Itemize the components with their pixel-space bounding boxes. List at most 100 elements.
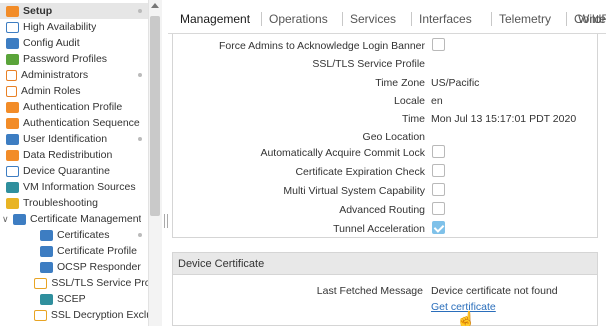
tab-management[interactable]: Management	[180, 12, 250, 26]
sidebar-item-label: Authentication Profile	[23, 101, 123, 113]
setting-label: Force Admins to Acknowledge Login Banner	[218, 40, 425, 52]
cert-expiration-checkbox[interactable]	[432, 164, 445, 177]
multi-vsys-checkbox[interactable]	[432, 183, 445, 196]
tab-divider	[261, 12, 262, 26]
sidebar-resize-handle[interactable]	[164, 214, 168, 228]
ssl-decryption-exclusion-icon	[33, 309, 47, 321]
sidebar-item-label: High Availability	[23, 21, 97, 33]
setting-value: Mon Jul 13 15:17:01 PDT 2020	[431, 113, 577, 125]
status-dot	[138, 233, 142, 237]
auto-commit-lock-checkbox[interactable]	[432, 145, 445, 158]
setting-label: SSL/TLS Service Profile	[312, 58, 425, 70]
setting-label: Certificate Expiration Check	[295, 166, 425, 178]
config-audit-icon	[6, 37, 19, 49]
section-header: Device Certificate	[173, 253, 597, 275]
scep-icon	[40, 293, 53, 305]
sidebar-item-setup[interactable]: Setup	[0, 3, 148, 19]
setting-geo-location: Geo Location	[173, 129, 599, 145]
setting-label: Advanced Routing	[339, 204, 425, 216]
sidebar-item-ocsp-responder[interactable]: OCSP Responder	[0, 259, 148, 275]
tab-divider	[411, 12, 412, 26]
setting-label: Multi Virtual System Capability	[283, 185, 425, 197]
chevron-down-icon[interactable]: ∨	[2, 214, 9, 225]
tab-divider	[566, 12, 567, 26]
sidebar-item-certificate-management[interactable]: ∨ Certificate Management	[0, 211, 148, 227]
admin-roles-icon	[6, 85, 17, 97]
scroll-up-arrow-icon[interactable]	[151, 3, 159, 8]
sidebar-item-label: Administrators	[21, 69, 89, 81]
sidebar-item-device-quarantine[interactable]: Device Quarantine	[0, 163, 148, 179]
sidebar-item-label: Setup	[23, 5, 53, 17]
setting-label: Automatically Acquire Commit Lock	[260, 147, 425, 159]
setting-label: Tunnel Acceleration	[333, 223, 425, 235]
sidebar-item-vm-information-sources[interactable]: VM Information Sources	[0, 179, 148, 195]
sidebar-item-ssl-tls-service-profile[interactable]: SSL/TLS Service Profile	[0, 275, 148, 291]
sidebar-item-label: Device Quarantine	[23, 165, 110, 177]
setting-locale: Locale en	[173, 93, 599, 109]
tunnel-acceleration-checkbox[interactable]	[432, 221, 445, 234]
hand-cursor-icon: ☝	[456, 312, 476, 326]
sidebar-item-label: VM Information Sources	[23, 181, 136, 193]
advanced-routing-checkbox[interactable]	[432, 202, 445, 215]
sidebar-scroll-thumb[interactable]	[150, 16, 160, 216]
sidebar-item-troubleshooting[interactable]: Troubleshooting	[0, 195, 148, 211]
sidebar-item-label: Config Audit	[23, 37, 80, 49]
tab-interfaces[interactable]: Interfaces	[419, 12, 472, 26]
force-admins-checkbox[interactable]	[432, 38, 445, 51]
authentication-sequence-icon	[6, 117, 19, 129]
sidebar-item-data-redistribution[interactable]: Data Redistribution	[0, 147, 148, 163]
sidebar-nav: Setup High Availability Config Audit Pas…	[0, 0, 164, 326]
sidebar-item-label: SCEP	[57, 293, 86, 305]
password-profiles-icon	[6, 53, 19, 65]
certificate-management-icon	[13, 213, 26, 225]
tab-divider	[342, 12, 343, 26]
setting-label: Geo Location	[362, 131, 425, 143]
ssl-tls-service-profile-icon	[34, 277, 48, 289]
last-fetched-value: Device certificate not found	[431, 285, 558, 297]
sidebar-item-administrators[interactable]: Administrators	[0, 67, 148, 83]
sidebar-item-label: Password Profiles	[23, 53, 108, 65]
setting-ssl-tls-service-profile: SSL/TLS Service Profile	[173, 56, 599, 72]
setting-time-zone: Time Zone US/Pacific	[173, 75, 599, 91]
sidebar-item-admin-roles[interactable]: Admin Roles	[0, 83, 148, 99]
certificate-profile-icon	[40, 245, 53, 257]
troubleshooting-icon	[6, 197, 19, 209]
tab-divider	[491, 12, 492, 26]
tab-services[interactable]: Services	[350, 12, 396, 26]
status-dot	[138, 9, 142, 13]
setting-value: en	[431, 95, 443, 107]
setting-cert-expiration-check: Certificate Expiration Check	[173, 164, 599, 180]
certificates-icon	[40, 229, 53, 241]
sidebar-item-label: User Identification	[23, 133, 108, 145]
tab-wildfire[interactable]: WildFi	[578, 12, 606, 26]
user-identification-icon	[6, 133, 19, 145]
tab-operations[interactable]: Operations	[269, 12, 328, 26]
sidebar-item-label: Admin Roles	[21, 85, 81, 97]
setup-icon	[6, 5, 19, 17]
sidebar-item-certificate-profile[interactable]: Certificate Profile	[0, 243, 148, 259]
device-certificate-panel: Device Certificate Last Fetched Message …	[172, 252, 598, 326]
sidebar-item-high-availability[interactable]: High Availability	[0, 19, 148, 35]
setting-force-admins-banner: Force Admins to Acknowledge Login Banner	[173, 38, 599, 54]
sidebar-item-label: Authentication Sequence	[23, 117, 140, 129]
tab-telemetry[interactable]: Telemetry	[499, 12, 551, 26]
sidebar-item-label: SSL/TLS Service Profile	[51, 277, 148, 289]
sidebar-item-scep[interactable]: SCEP	[0, 291, 148, 307]
sidebar-item-authentication-profile[interactable]: Authentication Profile	[0, 99, 148, 115]
sidebar-item-ssl-decryption-exclusion[interactable]: SSL Decryption Exclusio	[0, 307, 148, 323]
sidebar-item-password-profiles[interactable]: Password Profiles	[0, 51, 148, 67]
sidebar-item-label: SSL Decryption Exclusio	[50, 309, 148, 321]
sidebar-item-label: Troubleshooting	[23, 197, 98, 209]
sidebar-item-label: Certificates	[57, 229, 110, 241]
sidebar-item-label: Data Redistribution	[23, 149, 113, 161]
sidebar-item-user-identification[interactable]: User Identification	[0, 131, 148, 147]
setting-time: Time Mon Jul 13 15:17:01 PDT 2020	[173, 111, 599, 127]
sidebar-item-label: Certificate Profile	[57, 245, 137, 257]
sidebar-item-label: Certificate Management	[30, 213, 142, 225]
general-settings-panel: Force Admins to Acknowledge Login Banner…	[172, 34, 598, 238]
setting-tunnel-acceleration: Tunnel Acceleration	[173, 221, 599, 237]
sidebar-item-label: OCSP Responder	[57, 261, 141, 273]
sidebar-item-certificates[interactable]: Certificates	[0, 227, 148, 243]
sidebar-item-config-audit[interactable]: Config Audit	[0, 35, 148, 51]
sidebar-item-authentication-sequence[interactable]: Authentication Sequence	[0, 115, 148, 131]
